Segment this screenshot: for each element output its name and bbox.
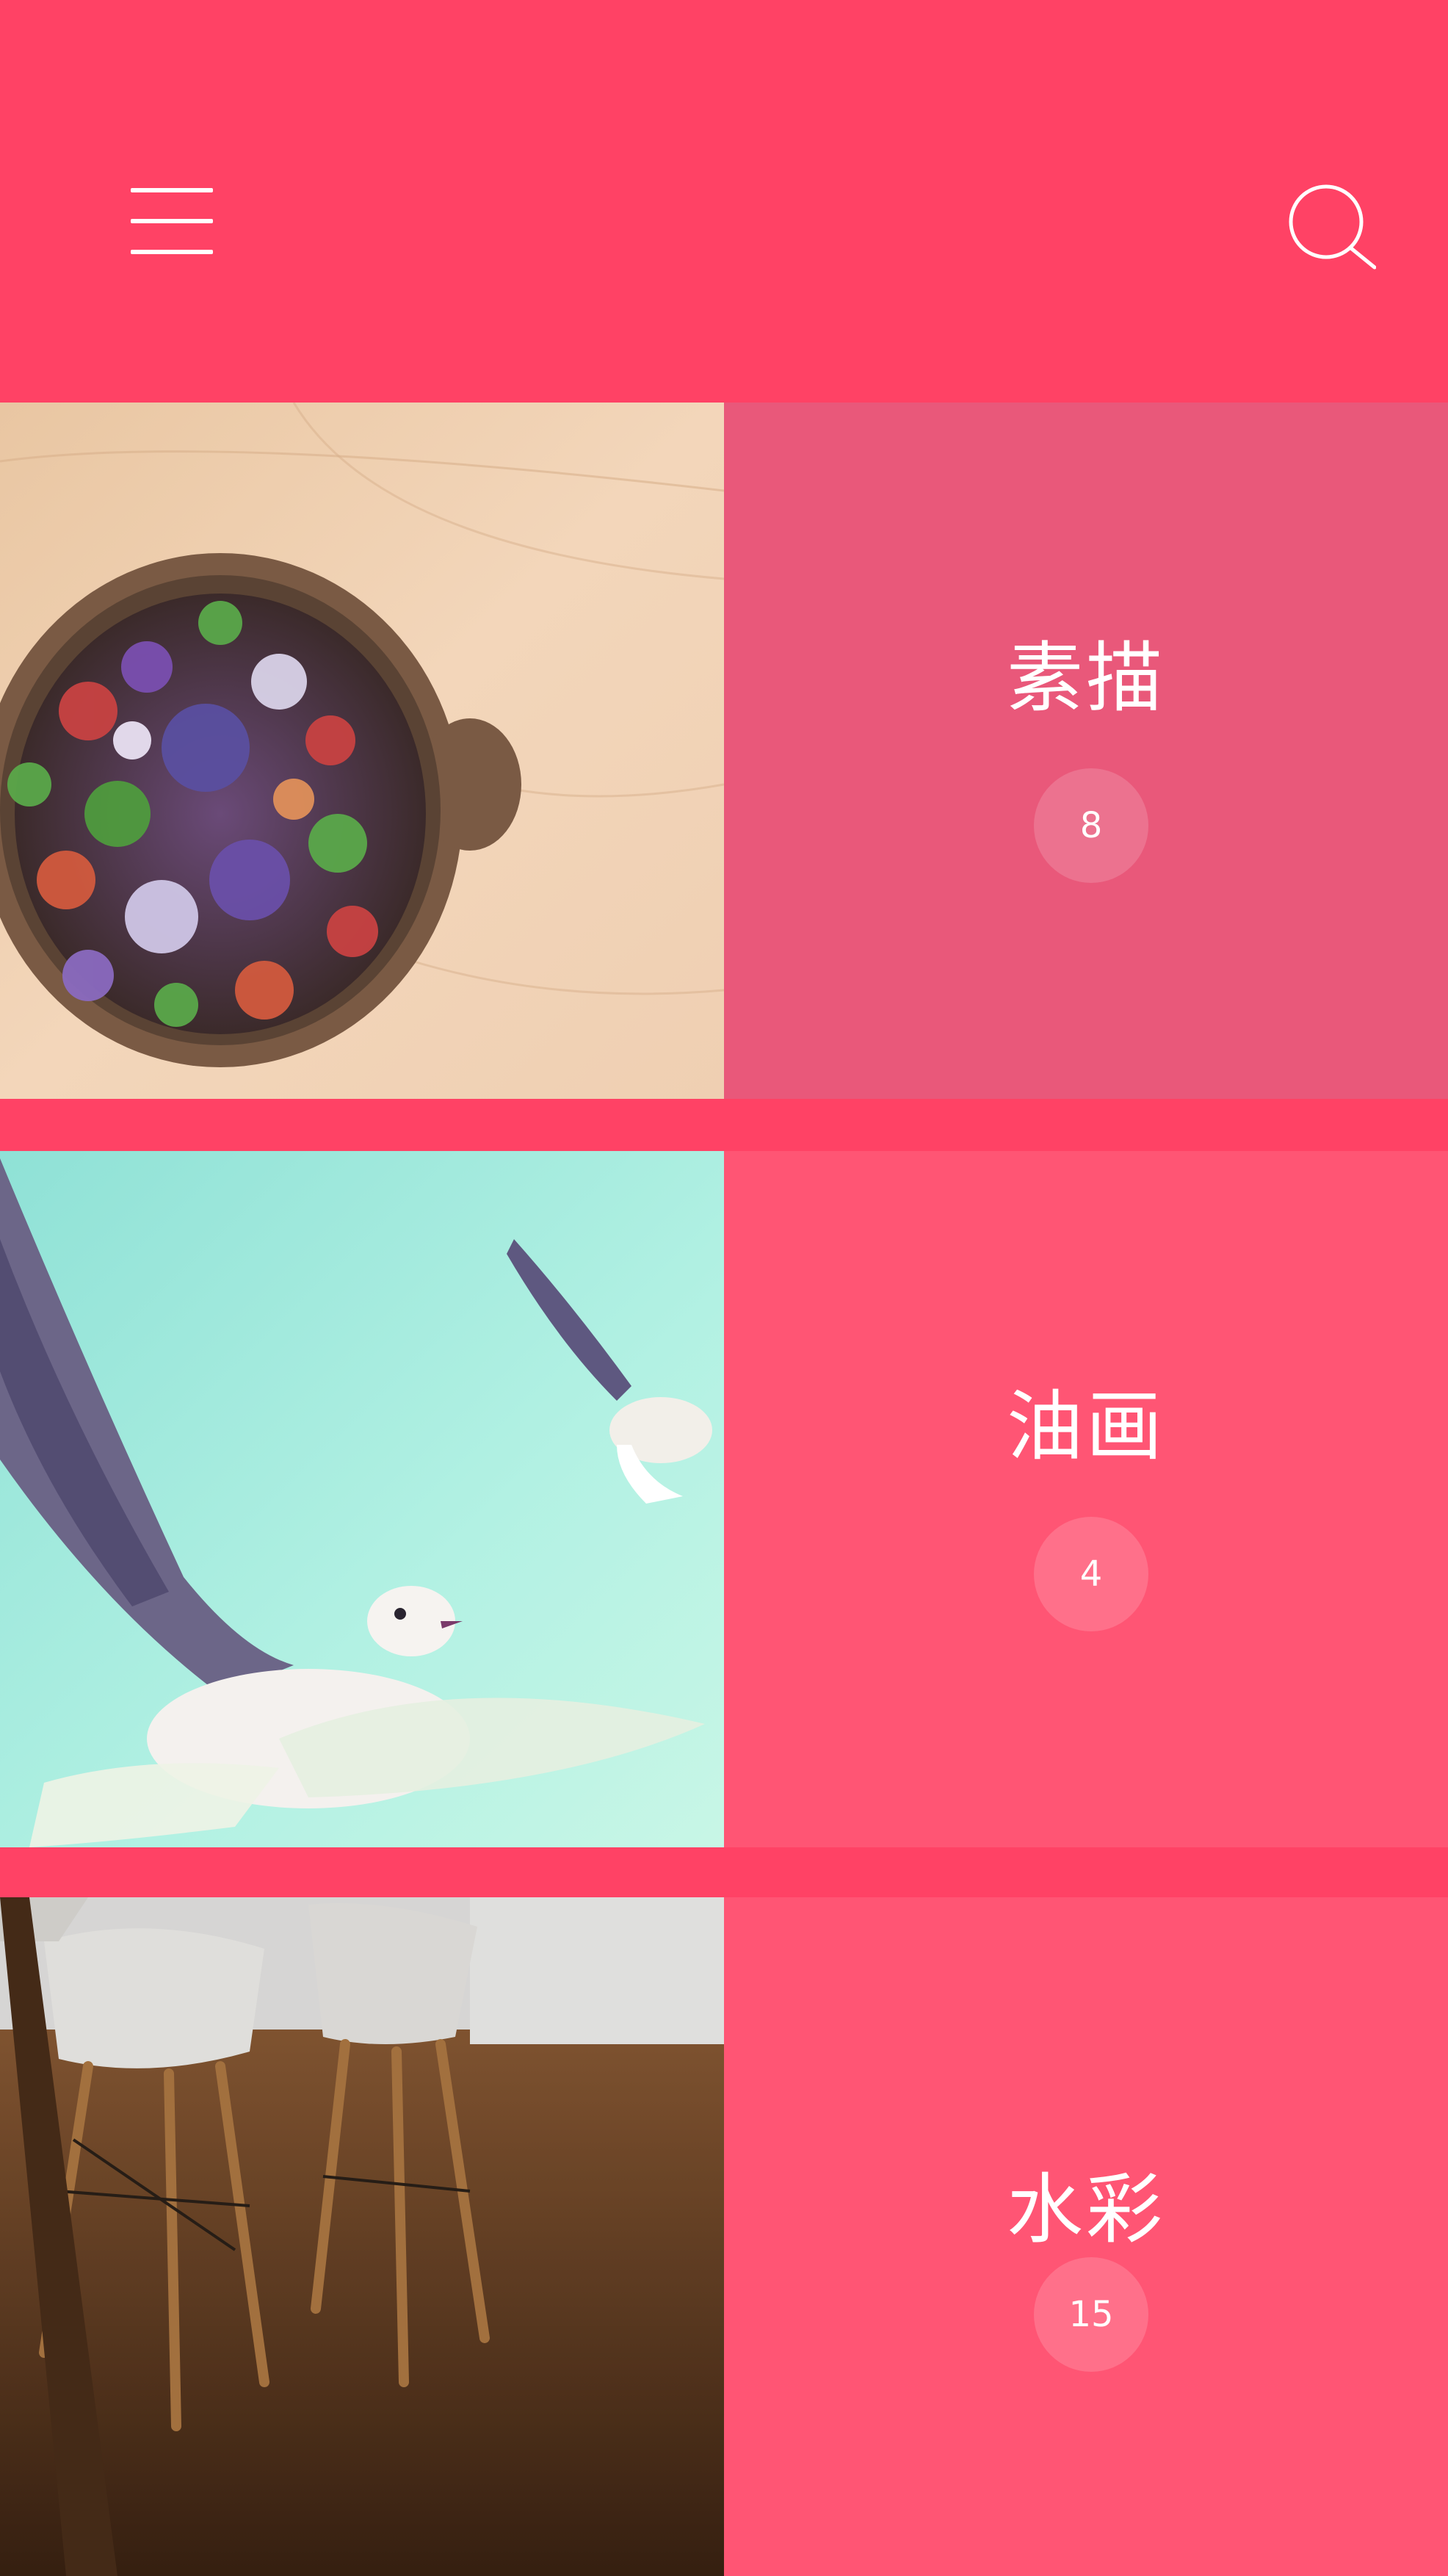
category-count-badge: 4 [1034,1517,1148,1631]
menu-icon[interactable] [131,184,214,260]
category-card-oil-painting[interactable]: 油画 4 [0,1151,1448,1847]
category-title: 油画 [1006,1382,1165,1471]
category-panel-oil-painting: 油画 4 [724,1151,1448,1847]
category-image-seagulls [0,1151,724,1847]
search-icon[interactable] [1288,184,1377,272]
category-count-badge: 8 [1034,768,1148,883]
category-count-badge: 15 [1034,2257,1148,2372]
category-image-chairs [0,1897,724,2576]
category-panel-sketch: 素描 8 [724,403,1448,1099]
category-card-watercolor[interactable]: 水彩 15 [0,1897,1448,2576]
top-app-bar [0,0,1448,403]
category-image-salad [0,403,724,1099]
category-card-sketch[interactable]: 素描 8 [0,403,1448,1099]
category-title: 水彩 [1006,2165,1165,2254]
category-panel-watercolor: 水彩 15 [724,1897,1448,2576]
app-root: 素描 8 油画 4 水彩 15 [0,0,1448,2576]
category-title: 素描 [1006,633,1165,723]
